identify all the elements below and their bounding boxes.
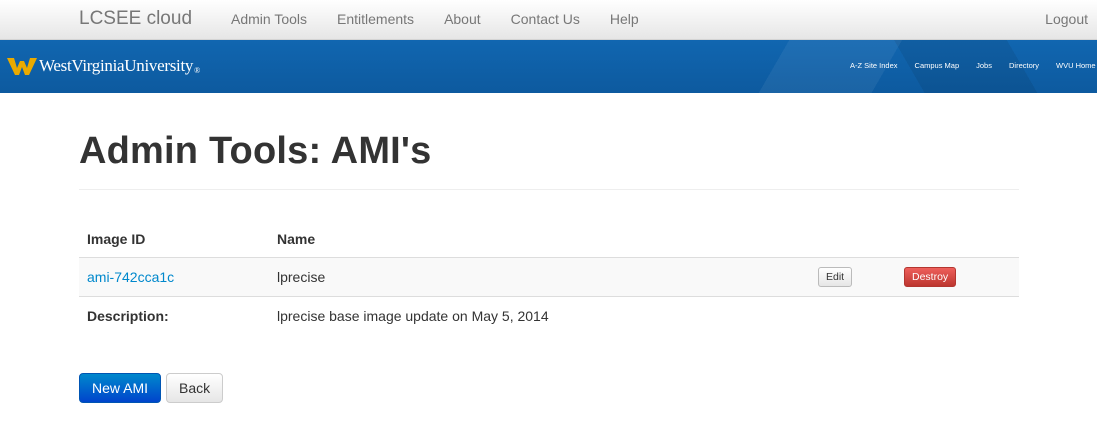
description-value: lprecise base image update on May 5, 201… [269, 295, 1019, 335]
nav-links: Admin Tools Entitlements About Contact U… [216, 0, 654, 40]
new-ami-button[interactable]: New AMI [79, 373, 162, 403]
table-row: ami-742cca1c lprecise Edit Destroy [79, 256, 1019, 296]
cell-destroy: Destroy [891, 256, 1019, 296]
nav-item-admin-tools[interactable]: Admin Tools [216, 0, 322, 40]
top-navbar: LCSEE cloud Admin Tools Entitlements Abo… [0, 0, 1097, 40]
university-banner: WestVirginiaUniversity® A-Z Site Index C… [0, 40, 1097, 93]
destroy-button[interactable]: Destroy [904, 266, 957, 287]
brand-link[interactable]: LCSEE cloud [79, 8, 192, 30]
nav-item-entitlements[interactable]: Entitlements [322, 0, 429, 40]
logout-link[interactable]: Logout [1045, 0, 1088, 38]
nav-item-help[interactable]: Help [595, 0, 654, 40]
header-empty-destroy [891, 221, 1019, 257]
banner-link-az-index[interactable]: A-Z Site Index [850, 61, 898, 70]
university-name: WestVirginiaUniversity® [39, 56, 200, 75]
title-divider [79, 189, 1019, 190]
header-name: Name [277, 230, 316, 247]
banner-link-wvu-home[interactable]: WVU Home [1056, 61, 1096, 70]
flying-wv-icon [7, 58, 37, 75]
cell-edit: Edit [804, 256, 891, 296]
ami-table: Image ID Name ami-742cca1c lprecise Edit… [79, 221, 1019, 335]
cell-name: lprecise [269, 256, 804, 296]
header-empty-edit [804, 221, 891, 257]
banner-links: A-Z Site Index Campus Map Jobs Directory… [850, 61, 1097, 70]
banner-link-jobs[interactable]: Jobs [976, 61, 992, 70]
edit-button[interactable]: Edit [818, 266, 853, 287]
page-title: Admin Tools: AMI's [79, 130, 432, 172]
nav-item-contact-us[interactable]: Contact Us [496, 0, 595, 40]
nav-item-about[interactable]: About [429, 0, 496, 40]
description-label: Description: [79, 295, 269, 335]
header-image-id: Image ID [87, 230, 146, 247]
banner-link-campus-map[interactable]: Campus Map [915, 61, 960, 70]
ami-id-link[interactable]: ami-742cca1c [87, 269, 174, 285]
table-header-row: Image ID Name [79, 221, 1019, 257]
wvu-logo[interactable]: WestVirginiaUniversity® [7, 52, 200, 80]
back-button[interactable]: Back [166, 373, 224, 403]
cell-image-id: ami-742cca1c [79, 256, 269, 296]
banner-link-directory[interactable]: Directory [1009, 61, 1039, 70]
description-row: Description: lprecise base image update … [79, 295, 1019, 335]
